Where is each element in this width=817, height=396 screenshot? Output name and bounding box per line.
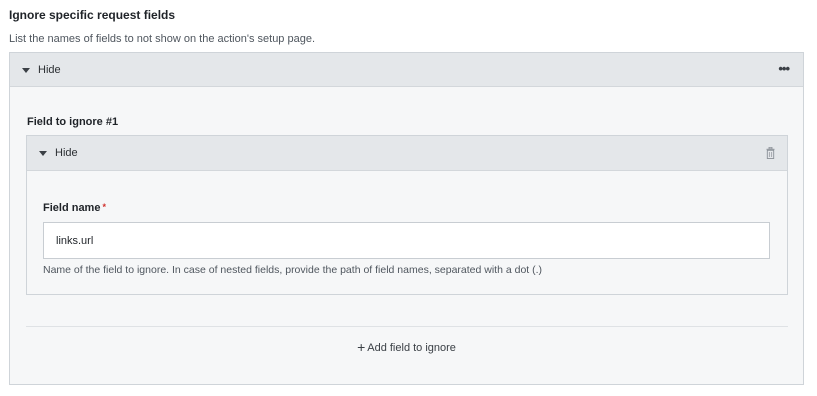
add-field-to-ignore-button[interactable]: + Add field to ignore <box>10 339 803 355</box>
divider <box>26 326 788 327</box>
field-name-input[interactable] <box>43 222 770 259</box>
required-marker: * <box>102 202 106 212</box>
trash-icon[interactable] <box>766 147 775 159</box>
field-name-help-text: Name of the field to ignore. In case of … <box>43 264 543 276</box>
plus-icon[interactable]: + <box>357 339 365 355</box>
section-title: Ignore specific request fields <box>9 8 176 22</box>
field-name-label: Field name * <box>43 202 106 214</box>
section-description: List the names of fields to not show on … <box>9 33 316 45</box>
hide-toggle-label[interactable]: Hide <box>38 64 61 76</box>
caret-down-icon[interactable] <box>39 151 47 156</box>
field-item-panel: Hide Field name* Name of the field to ig… <box>26 135 788 295</box>
field-item-title: Field to ignore #1 <box>27 116 119 128</box>
field-name-label-text: Field name <box>43 202 101 214</box>
add-field-to-ignore-label[interactable]: Add field to ignore <box>367 342 456 354</box>
ignored-fields-header[interactable]: Hide ••• <box>10 53 803 87</box>
field-item-hide-toggle-label[interactable]: Hide <box>55 147 78 159</box>
caret-down-icon[interactable] <box>22 68 30 73</box>
more-horizontal-icon[interactable]: ••• <box>778 62 790 75</box>
ignored-fields-panel: Hide ••• Field to ignore #1 Hide Field n… <box>9 52 804 385</box>
field-item-header[interactable]: Hide <box>27 136 787 171</box>
